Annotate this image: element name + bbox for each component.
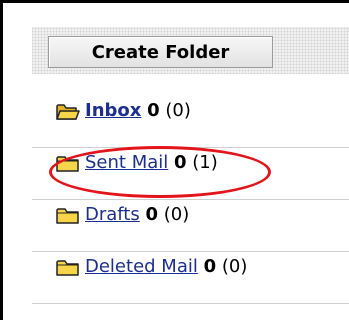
folder-list: Inbox 0 (0) Sent Mail 0 (1) Drafts 0 (0)… (32, 96, 349, 304)
unread-count: 0 (145, 204, 159, 225)
folder-link-sent-mail[interactable]: Sent Mail (85, 152, 168, 173)
folder-row-deleted-mail: Deleted Mail 0 (0) (32, 252, 349, 304)
unread-count: 0 (173, 152, 187, 173)
folder-icon (56, 155, 80, 173)
folder-row-inbox: Inbox 0 (0) (32, 96, 349, 148)
total-count: (0) (165, 100, 191, 121)
folder-icon (56, 259, 80, 277)
total-count: (1) (192, 152, 218, 173)
folder-row-sent-mail: Sent Mail 0 (1) (32, 148, 349, 200)
folder-icon (56, 207, 80, 225)
open-folder-icon (56, 103, 80, 121)
folder-link-inbox[interactable]: Inbox (85, 100, 141, 121)
create-folder-button[interactable]: Create Folder (48, 36, 273, 68)
folder-link-drafts[interactable]: Drafts (85, 204, 140, 225)
unread-count: 0 (147, 100, 160, 121)
folder-link-deleted-mail[interactable]: Deleted Mail (85, 256, 198, 277)
folder-row-drafts: Drafts 0 (0) (32, 200, 349, 252)
total-count: (0) (221, 256, 248, 277)
total-count: (0) (163, 204, 190, 225)
unread-count: 0 (203, 256, 217, 277)
